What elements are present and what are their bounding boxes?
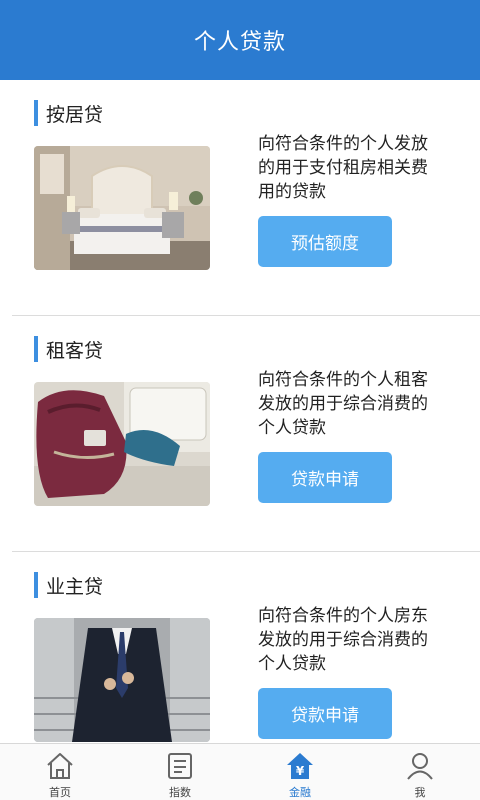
- profile-icon: [407, 753, 433, 780]
- loan-list[interactable]: 按居贷 向符合条件的个人发放的用于支付租房相关费用的贷款 预估额度 租客贷 向符…: [0, 80, 480, 744]
- tab-home[interactable]: 首页: [0, 744, 120, 800]
- loan-title-row: 业主贷: [34, 572, 103, 598]
- title-accent-bar: [34, 572, 38, 598]
- svg-text:¥: ¥: [296, 764, 305, 778]
- businessman-image: [34, 618, 210, 742]
- tab-label: 我: [414, 786, 426, 799]
- tab-profile[interactable]: 我: [360, 744, 480, 800]
- loan-title: 业主贷: [46, 575, 104, 598]
- loan-card-zukedai[interactable]: 租客贷 向符合条件的个人租客发放的用于综合消费的个人贷款 贷款申请: [0, 316, 480, 552]
- loan-card-yezhudai[interactable]: 业主贷 向符合条件的个人房东发放的用于综合消费的个人贷款 贷款申请: [0, 552, 480, 744]
- tab-label: 金融: [289, 786, 311, 799]
- tab-finance[interactable]: ¥ 金融: [240, 744, 360, 800]
- index-icon: [168, 753, 192, 779]
- loan-card-anjudai[interactable]: 按居贷 向符合条件的个人发放的用于支付租房相关费用的贷款 预估额度: [0, 80, 480, 316]
- loan-title-row: 按居贷: [34, 100, 103, 126]
- tab-index[interactable]: 指数: [120, 744, 240, 800]
- bedroom-image: [34, 146, 210, 270]
- loan-title: 租客贷: [46, 339, 104, 362]
- title-accent-bar: [34, 336, 38, 362]
- apply-loan-button[interactable]: 贷款申请: [258, 452, 392, 503]
- backpack-image: [34, 382, 210, 506]
- apply-loan-button[interactable]: 贷款申请: [258, 688, 392, 739]
- title-accent-bar: [34, 100, 38, 126]
- page-title: 个人贷款: [193, 30, 286, 55]
- loan-title: 按居贷: [46, 103, 104, 126]
- tab-label: 首页: [49, 786, 71, 799]
- loan-description: 向符合条件的个人租客发放的用于综合消费的个人贷款: [258, 370, 428, 438]
- tab-label: 指数: [169, 786, 191, 799]
- loan-description: 向符合条件的个人房东发放的用于综合消费的个人贷款: [258, 606, 428, 674]
- finance-icon: ¥: [287, 753, 313, 779]
- bottom-tab-bar: 首页 指数 ¥ 金融 我: [0, 743, 480, 800]
- home-icon: [47, 753, 73, 779]
- loan-title-row: 租客贷: [34, 336, 103, 362]
- app-header: 个人贷款: [0, 0, 480, 80]
- loan-description: 向符合条件的个人发放的用于支付租房相关费用的贷款: [258, 134, 428, 202]
- estimate-limit-button[interactable]: 预估额度: [258, 216, 392, 267]
